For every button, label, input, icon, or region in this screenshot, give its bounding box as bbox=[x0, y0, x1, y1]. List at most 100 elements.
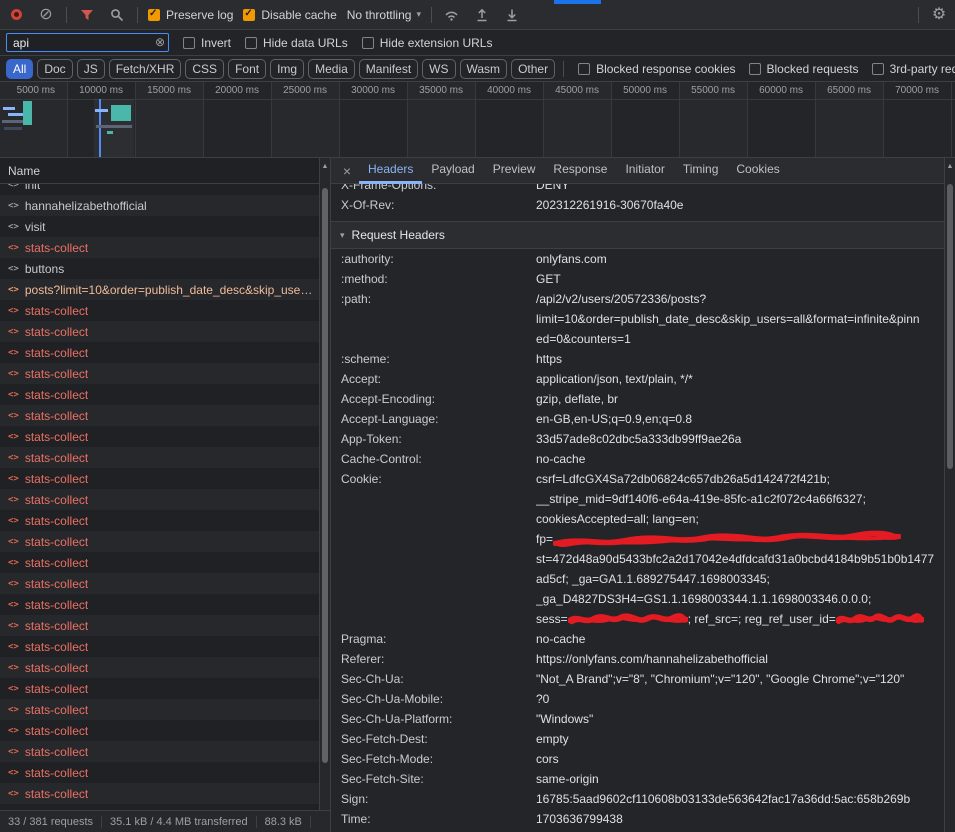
close-icon[interactable]: × bbox=[337, 163, 357, 179]
request-row[interactable]: <> stats-collect bbox=[0, 342, 319, 363]
request-row[interactable]: <> stats-collect bbox=[0, 741, 319, 762]
request-row[interactable]: <> stats-collect bbox=[0, 300, 319, 321]
network-overview-timeline[interactable]: 5000 ms 10000 ms 15000 ms 20000 ms 25000… bbox=[0, 82, 955, 158]
filter-checkbox[interactable]: Blocked response cookies bbox=[578, 62, 735, 76]
request-row[interactable]: <> stats-collect bbox=[0, 699, 319, 720]
request-row[interactable]: <> stats-collect bbox=[0, 552, 319, 573]
request-row[interactable]: <> stats-collect bbox=[0, 426, 319, 447]
clear-filter-icon[interactable]: ⊗ bbox=[155, 35, 165, 49]
request-row[interactable]: <> stats-collect bbox=[0, 510, 319, 531]
scrollbar-thumb[interactable] bbox=[947, 184, 953, 469]
request-row[interactable]: <> stats-collect bbox=[0, 636, 319, 657]
request-details-panel: × Headers Payload Preview Response Initi… bbox=[331, 158, 955, 832]
type-filter-chip[interactable]: CSS bbox=[185, 59, 224, 79]
type-filter-chip[interactable]: JS bbox=[77, 59, 105, 79]
clear-button[interactable]: ⊘ bbox=[36, 5, 56, 25]
details-tab[interactable]: Cookies bbox=[727, 158, 788, 184]
export-har-button[interactable] bbox=[502, 5, 522, 25]
hide-extension-urls-label: Hide extension URLs bbox=[380, 36, 493, 50]
request-row[interactable]: <> stats-collect bbox=[0, 762, 319, 783]
details-scrollbar[interactable]: ▲ bbox=[944, 158, 955, 832]
filter-input[interactable] bbox=[6, 33, 169, 52]
type-filter-chip[interactable]: All bbox=[6, 59, 33, 79]
request-headers-section-header[interactable]: ▾ Request Headers bbox=[331, 221, 944, 249]
overview-band: 50000 ms bbox=[612, 82, 680, 157]
cookie-sess-prefix: sess= bbox=[536, 609, 568, 629]
header-value: "Not_A Brand";v="8", "Chromium";v="120",… bbox=[536, 669, 944, 689]
request-row[interactable]: <> stats-collect bbox=[0, 615, 319, 636]
extra-filter-checkboxes: Blocked response cookies Blocked request… bbox=[578, 62, 955, 76]
name-column-header[interactable]: Name bbox=[0, 158, 330, 184]
request-name: visit bbox=[25, 220, 46, 234]
request-row[interactable]: <> stats-collect bbox=[0, 783, 319, 804]
header-row: Sec-Fetch-Mode: cors bbox=[331, 749, 944, 769]
request-row[interactable]: <> stats-collect bbox=[0, 573, 319, 594]
request-type-icon: <> bbox=[8, 184, 19, 190]
details-tab-bar: × Headers Payload Preview Response Initi… bbox=[331, 158, 955, 184]
request-row[interactable]: <> visit bbox=[0, 216, 319, 237]
header-name: Cache-Control: bbox=[341, 449, 536, 469]
filter-checkbox[interactable]: Blocked requests bbox=[749, 62, 859, 76]
scroll-up-icon[interactable]: ▲ bbox=[945, 163, 955, 170]
invert-checkbox[interactable]: Invert bbox=[183, 36, 231, 50]
type-filter-chip[interactable]: Fetch/XHR bbox=[109, 59, 182, 79]
request-row[interactable]: <> stats-collect bbox=[0, 531, 319, 552]
details-tab[interactable]: Response bbox=[544, 158, 616, 184]
type-filter-chip[interactable]: Img bbox=[270, 59, 304, 79]
request-type-icon: <> bbox=[8, 642, 19, 652]
request-row[interactable]: <> stats-collect bbox=[0, 405, 319, 426]
filter-button[interactable] bbox=[77, 5, 97, 25]
settings-button[interactable]: ⚙ bbox=[929, 5, 949, 25]
request-row[interactable]: <> stats-collect bbox=[0, 657, 319, 678]
request-list-scrollbar[interactable]: ▲ bbox=[319, 158, 330, 810]
request-row[interactable]: <> stats-collect bbox=[0, 489, 319, 510]
type-filter-chip[interactable]: WS bbox=[422, 59, 455, 79]
type-filter-chip[interactable]: Font bbox=[228, 59, 266, 79]
devtools-network-panel: ⊘ Preserve log Disable cache No throttli… bbox=[0, 0, 955, 832]
preserve-log-label: Preserve log bbox=[166, 8, 233, 22]
request-type-icon: <> bbox=[8, 558, 19, 568]
request-row[interactable]: <> stats-collect bbox=[0, 237, 319, 258]
hide-extension-urls-checkbox[interactable]: Hide extension URLs bbox=[362, 36, 493, 50]
header-value: cors bbox=[536, 749, 944, 769]
request-row[interactable]: <> stats-collect bbox=[0, 594, 319, 615]
request-row[interactable]: <> stats-collect bbox=[0, 447, 319, 468]
header-row: Accept-Language: en-GB,en-US;q=0.9,en;q=… bbox=[331, 409, 944, 429]
record-button[interactable] bbox=[6, 5, 26, 25]
request-row[interactable]: <> stats-collect bbox=[0, 678, 319, 699]
request-row[interactable]: <> posts?limit=10&order=publish_date_des… bbox=[0, 279, 319, 300]
filter-checkbox[interactable]: 3rd-party requests bbox=[872, 62, 955, 76]
type-filter-chip[interactable]: Media bbox=[308, 59, 355, 79]
disable-cache-checkbox[interactable]: Disable cache bbox=[243, 8, 336, 22]
request-row[interactable]: <> stats-collect bbox=[0, 384, 319, 405]
type-filter-chip[interactable]: Manifest bbox=[359, 59, 418, 79]
request-row[interactable]: <> stats-collect bbox=[0, 804, 319, 810]
request-row[interactable]: <> stats-collect bbox=[0, 363, 319, 384]
details-tab[interactable]: Payload bbox=[422, 158, 483, 184]
divider bbox=[431, 7, 432, 23]
scrollbar-thumb[interactable] bbox=[322, 188, 328, 763]
request-row[interactable]: <> init bbox=[0, 184, 319, 195]
request-row[interactable]: <> stats-collect bbox=[0, 468, 319, 489]
preserve-log-checkbox[interactable]: Preserve log bbox=[148, 8, 233, 22]
throttling-dropdown[interactable]: No throttling ▾ bbox=[347, 8, 421, 22]
network-conditions-button[interactable] bbox=[442, 5, 462, 25]
search-button[interactable] bbox=[107, 5, 127, 25]
path-line: ed=0&counters=1 bbox=[536, 329, 944, 349]
type-filter-chip[interactable]: Doc bbox=[37, 59, 72, 79]
request-row[interactable]: <> stats-collect bbox=[0, 321, 319, 342]
filter-checkbox-label: Blocked response cookies bbox=[596, 62, 735, 76]
details-tab[interactable]: Headers bbox=[359, 158, 422, 184]
hide-data-urls-checkbox[interactable]: Hide data URLs bbox=[245, 36, 348, 50]
scroll-up-icon[interactable]: ▲ bbox=[320, 163, 330, 170]
request-row[interactable]: <> buttons bbox=[0, 258, 319, 279]
details-tab[interactable]: Initiator bbox=[616, 158, 673, 184]
type-filter-chip[interactable]: Other bbox=[511, 59, 555, 79]
details-tab[interactable]: Preview bbox=[484, 158, 545, 184]
request-row[interactable]: <> stats-collect bbox=[0, 720, 319, 741]
import-har-button[interactable] bbox=[472, 5, 492, 25]
type-filter-chip[interactable]: Wasm bbox=[460, 59, 508, 79]
request-row[interactable]: <> hannahelizabethofficial bbox=[0, 195, 319, 216]
details-tab[interactable]: Timing bbox=[674, 158, 728, 184]
request-type-icon: <> bbox=[8, 621, 19, 631]
